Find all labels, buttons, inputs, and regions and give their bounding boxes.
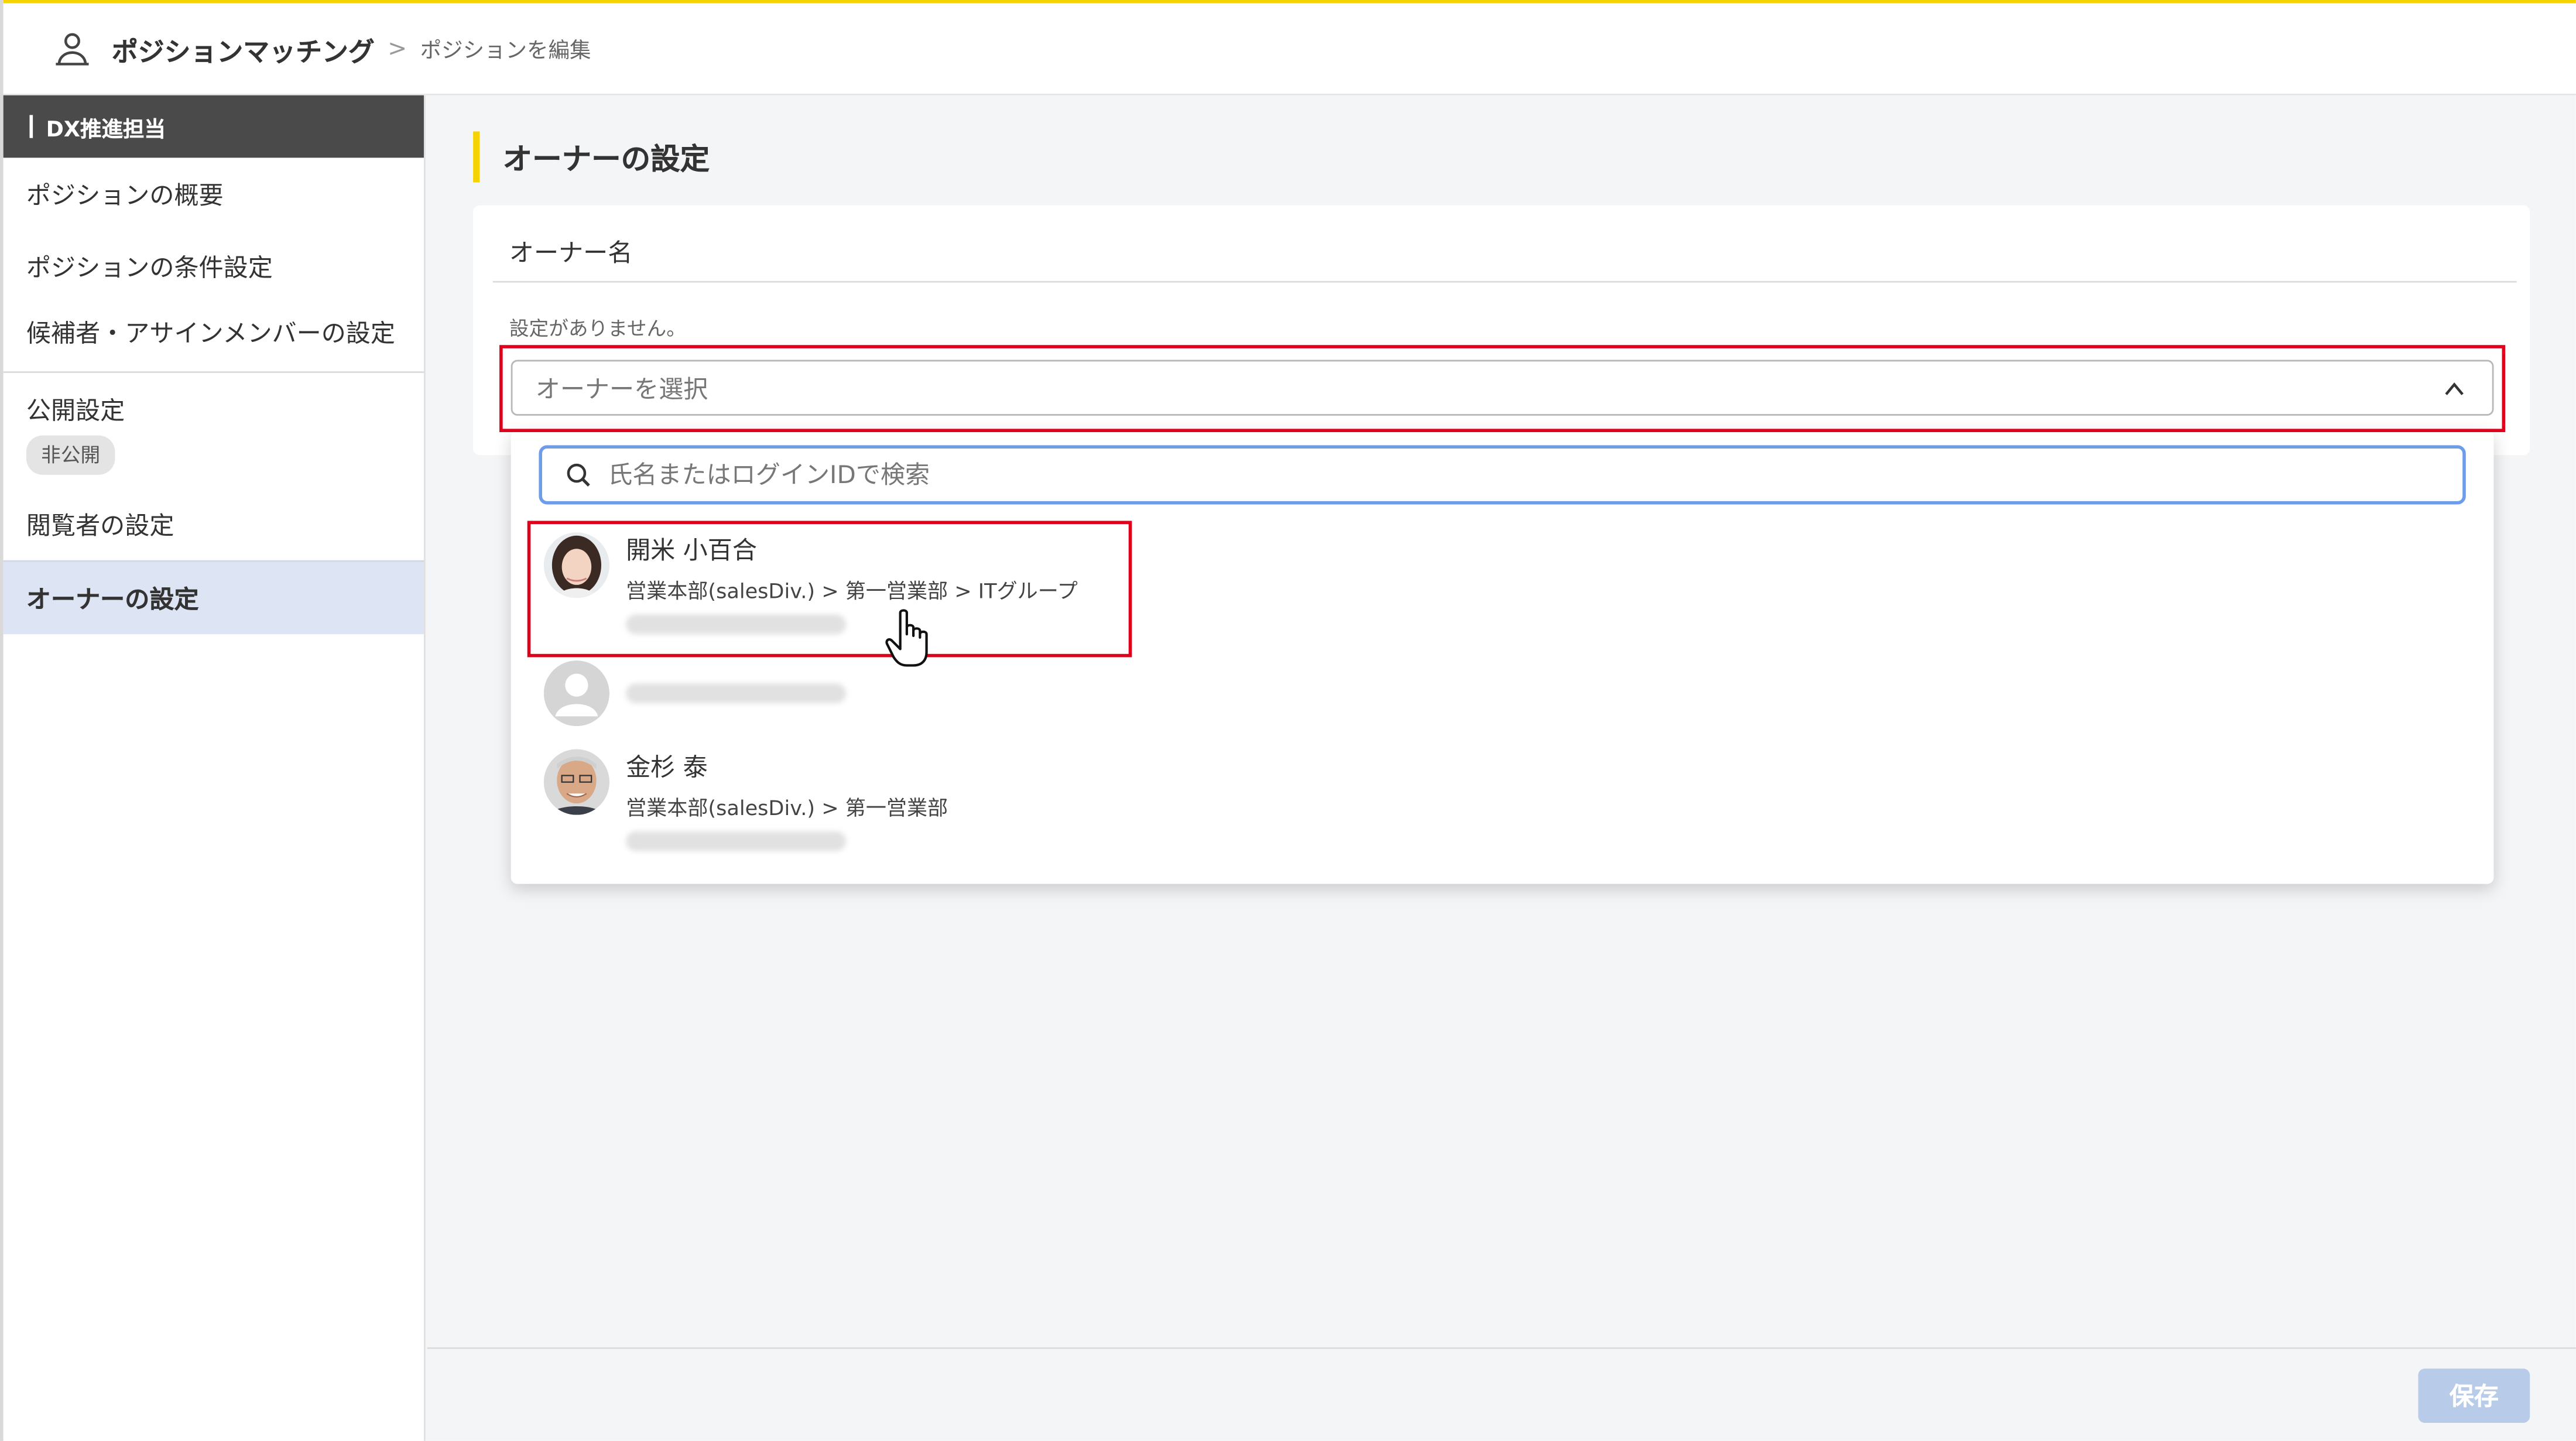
status-badge: 非公開 [26,435,115,475]
owner-select-placeholder: オーナーを選択 [535,374,708,403]
breadcrumb-current: ポジションを編集 [420,39,591,64]
sidebar-item-label: オーナーの設定 [26,584,199,614]
sidebar-item-publish[interactable]: 公開設定 非公開 [4,373,424,488]
user-name: 開米 小百合 [626,535,757,566]
sidebar: DX推進担当 ポジションの概要 ポジションの条件設定 候補者・アサインメンバーの… [3,95,426,1441]
breadcrumb-separator: > [388,35,407,62]
divider [492,280,2517,283]
header-marker [29,115,33,138]
footer-bar: 保存 [427,1347,2576,1441]
sidebar-item-conditions[interactable]: ポジションの条件設定 [4,230,424,302]
sidebar-item-label: 閲覧者の設定 [26,510,174,540]
user-option[interactable] [543,660,1135,727]
save-button[interactable]: 保存 [2418,1368,2530,1423]
empty-message: 設定がありません。 [509,317,686,340]
position-name: DX推進担当 [46,117,166,142]
app-window: ポジションマッチング > ポジションを編集 DX推進担当 ポジションの概要 ポジ… [0,0,2576,1441]
sidebar-item-overview[interactable]: ポジションの概要 [4,158,424,230]
sidebar-position-header: DX推進担当 [3,95,424,158]
sidebar-item-viewers[interactable]: 閲覧者の設定 [4,488,424,560]
redacted-login-id [626,831,847,851]
chevron-up-icon[interactable] [2443,378,2466,401]
user-department: 営業本部(salesDiv.) > 第一営業部 [626,795,948,820]
user-option[interactable]: 開米 小百合 営業本部(salesDiv.) > 第一営業部 > ITグループ [543,532,1135,644]
sidebar-item-candidates[interactable]: 候補者・アサインメンバーの設定 [3,302,424,373]
user-option[interactable]: 金杉 泰 営業本部(salesDiv.) > 第一営業部 [543,749,1135,861]
sidebar-item-label: 候補者・アサインメンバーの設定 [26,319,396,348]
avatar [543,532,610,598]
redacted-login-id [626,614,847,635]
search-icon [567,463,590,487]
header: ポジションマッチング > ポジションを編集 [3,3,2576,95]
sidebar-item-label: ポジションの条件設定 [26,252,273,282]
avatar [543,749,610,815]
search-input[interactable] [608,460,2415,490]
owner-name-label: オーナー名 [509,238,633,268]
person-icon [56,32,89,65]
sidebar-item-label: ポジションの概要 [26,180,224,210]
app-title[interactable]: ポジションマッチング [112,29,375,68]
user-name: 金杉 泰 [626,752,708,782]
sidebar-item-label: 公開設定 [26,396,125,426]
sidebar-item-owner[interactable]: オーナーの設定 [3,560,424,635]
owner-select[interactable]: オーナーを選択 [511,360,2494,416]
section-title: オーナーの設定 [473,131,710,183]
owner-card: オーナー名 設定がありません。 [473,205,2530,456]
user-department: 営業本部(salesDiv.) > 第一営業部 > ITグループ [626,578,1078,603]
search-box[interactable] [539,445,2466,505]
default-avatar-icon [543,660,610,727]
hand-cursor-icon [885,609,928,667]
redacted-login-id [626,683,847,703]
